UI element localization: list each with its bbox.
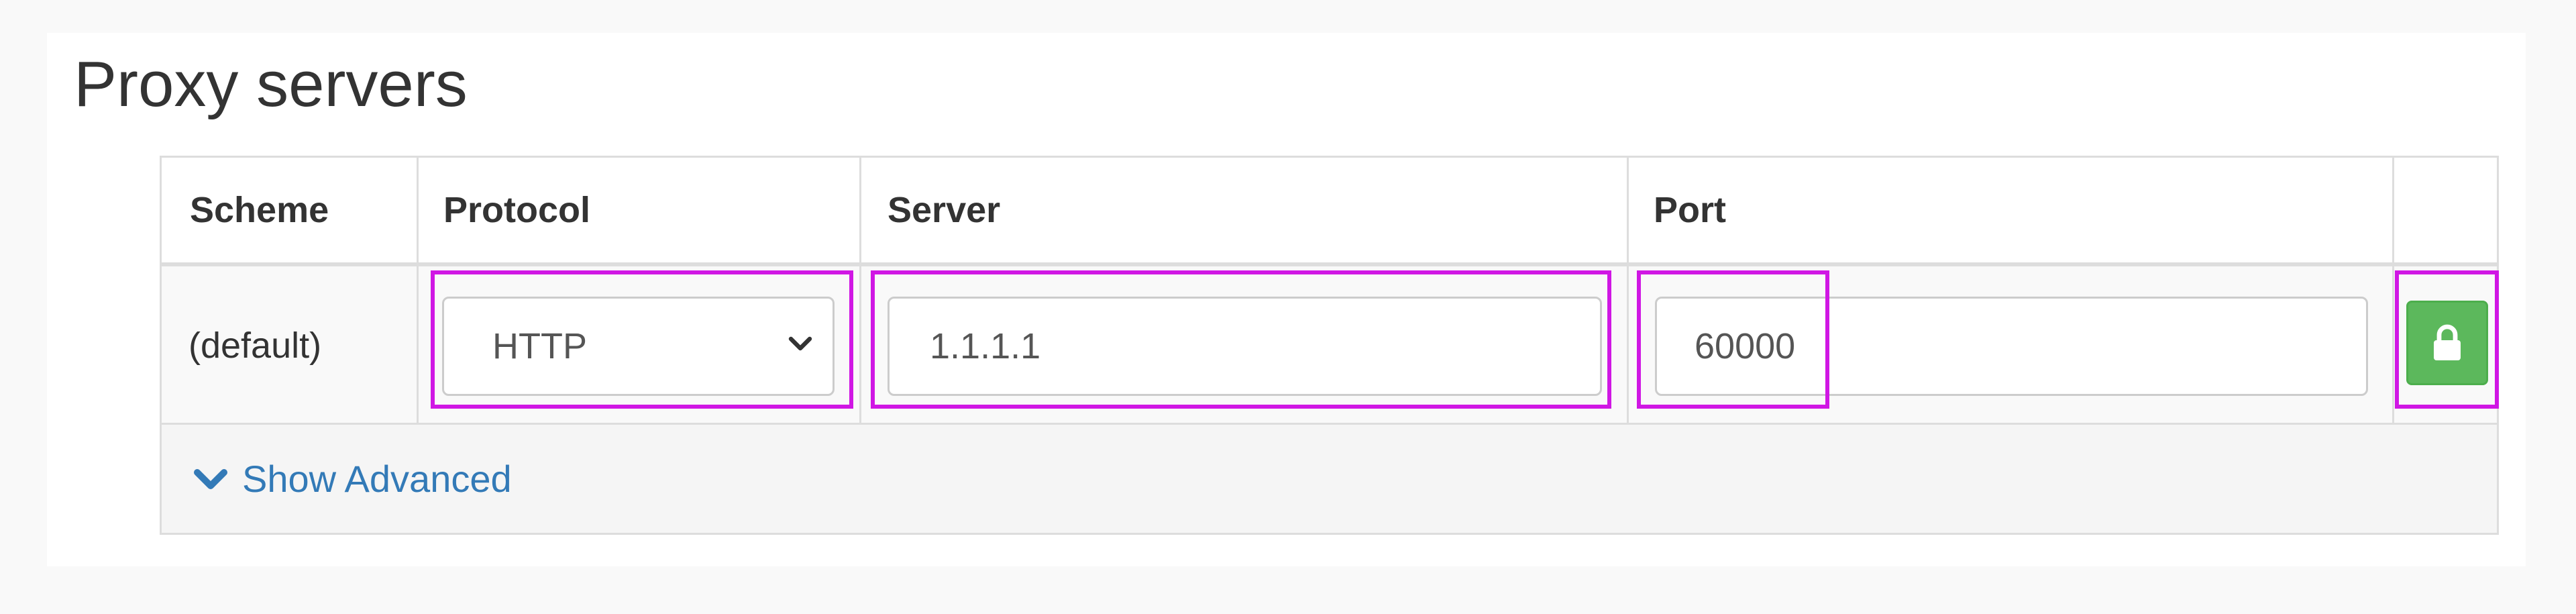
scheme-value: (default): [189, 325, 322, 366]
header-scheme: Scheme: [190, 190, 329, 230]
highlight-box-lock: [2395, 270, 2499, 409]
column-divider: [2392, 158, 2394, 425]
column-divider: [1627, 158, 1629, 425]
header-port: Port: [1654, 190, 1726, 230]
column-divider: [417, 158, 419, 425]
show-advanced-link[interactable]: Show Advanced: [194, 425, 512, 533]
page-title: Proxy servers: [74, 48, 468, 120]
show-advanced-label: Show Advanced: [242, 458, 512, 500]
table-footer-row: [162, 425, 2497, 533]
header-server: Server: [888, 190, 1001, 230]
chevron-down-icon: [194, 468, 227, 489]
highlight-box-port: [1637, 270, 1829, 409]
header-protocol: Protocol: [443, 190, 591, 230]
column-divider: [859, 158, 861, 425]
highlight-box-protocol: [431, 270, 853, 409]
highlight-box-server: [871, 270, 1611, 409]
